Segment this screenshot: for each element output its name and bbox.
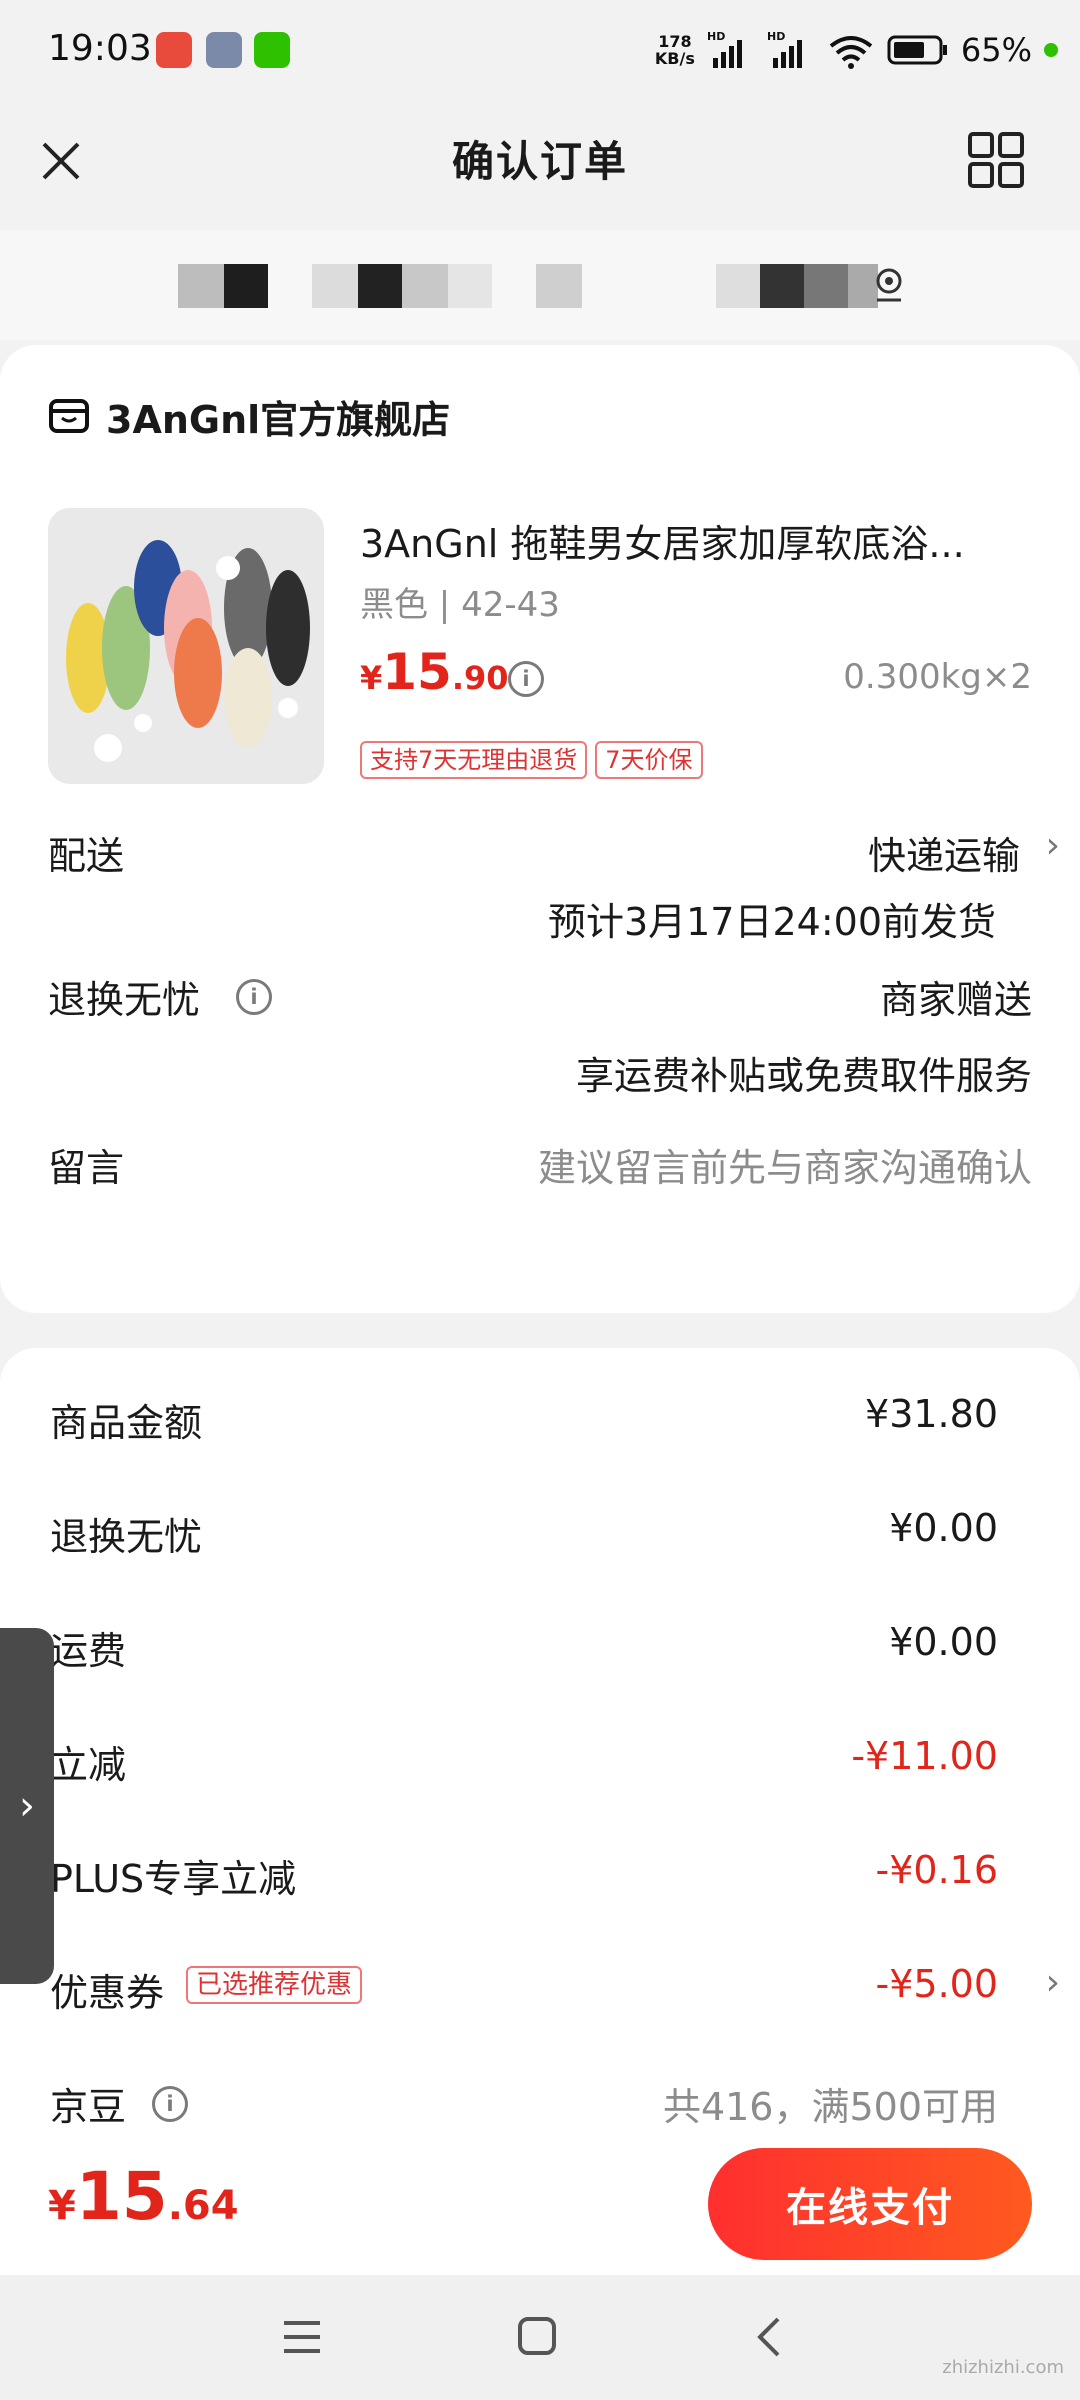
coupon-tag: 已选推荐优惠 bbox=[186, 1966, 363, 2004]
signal-icon-2: HD bbox=[767, 30, 802, 68]
status-right: 178 KB/s HD HD 65% bbox=[655, 26, 1058, 74]
summary-value-goods: ¥31.80 bbox=[865, 1392, 998, 1436]
summary-label-shipping: 运费 bbox=[50, 1629, 127, 1673]
pay-online-button[interactable]: 在线支付 bbox=[708, 2148, 1032, 2260]
mosaic-block bbox=[178, 264, 224, 308]
summary-label-discount: 立减 bbox=[50, 1743, 127, 1787]
mosaic-block bbox=[358, 264, 402, 308]
dot-icon bbox=[1044, 43, 1058, 57]
worry-free-desc: 享运费补贴或免费取件服务 bbox=[575, 1054, 1032, 1098]
summary-value-worryfree: ¥0.00 bbox=[889, 1506, 998, 1550]
product-variant[interactable]: 黑色 | 42-43 bbox=[360, 577, 560, 626]
tool-app-icon bbox=[206, 32, 242, 68]
mosaic-block bbox=[804, 264, 848, 308]
summary-label-worryfree: 退换无忧 bbox=[50, 1515, 203, 1559]
store-name[interactable]: 3AnGnl官方旗舰店 bbox=[106, 389, 450, 444]
chevron-right-icon: › bbox=[1045, 1962, 1060, 2003]
menu-icon[interactable] bbox=[280, 2317, 324, 2357]
message-label: 留言 bbox=[48, 1146, 125, 1190]
address-bar[interactable] bbox=[0, 230, 1080, 340]
mosaic-block bbox=[716, 264, 760, 308]
delivery-method[interactable]: 快递运输 bbox=[868, 825, 1020, 880]
delivery-label: 配送 bbox=[48, 834, 125, 878]
tag-7day-return: 支持7天无理由退货 bbox=[360, 741, 588, 779]
info-icon[interactable]: i bbox=[508, 661, 544, 697]
svg-text:HD: HD bbox=[767, 30, 785, 43]
total-price: ¥15.64 bbox=[48, 2158, 239, 2235]
delivery-eta: 预计3月17日24:00前发货 bbox=[547, 900, 996, 944]
message-input[interactable]: 建议留言前先与商家沟通确认 bbox=[538, 1137, 1032, 1192]
product-tags: 支持7天无理由退货 7天价保 bbox=[360, 741, 703, 779]
product-image[interactable] bbox=[48, 508, 324, 784]
mosaic-block bbox=[760, 264, 804, 308]
chevron-right-icon: › bbox=[1045, 825, 1060, 866]
signal-icon: HD bbox=[707, 30, 742, 68]
mosaic-block bbox=[402, 264, 448, 308]
wechat-app-icon bbox=[254, 32, 290, 68]
summary-value-shipping: ¥0.00 bbox=[889, 1620, 998, 1664]
summary-value-plus: -¥0.16 bbox=[875, 1848, 999, 1892]
side-drawer-handle[interactable]: › bbox=[0, 1628, 54, 1984]
price-summary-card: 商品金额 ¥31.80 退换无忧 ¥0.00 运费 ¥0.00 立减 -¥11.… bbox=[0, 1348, 1080, 2168]
page-title: 确认订单 bbox=[451, 137, 628, 186]
mosaic-block bbox=[536, 264, 582, 308]
store-icon bbox=[49, 399, 89, 433]
mosaic-block bbox=[312, 264, 358, 308]
summary-label-coupon: 优惠券 bbox=[50, 1971, 165, 2015]
slippers-image bbox=[48, 508, 324, 784]
info-icon[interactable]: i bbox=[236, 979, 272, 1015]
summary-label-jingdou: 京豆 bbox=[50, 2085, 127, 2129]
product-weight-qty: 0.300kg×2 bbox=[843, 657, 1032, 697]
worry-free-value: 商家赠送 bbox=[879, 978, 1032, 1022]
location-pin-icon bbox=[876, 268, 902, 302]
worry-free-label: 退换无忧 bbox=[48, 978, 201, 1022]
summary-label-plus: PLUS专享立减 bbox=[50, 1857, 297, 1901]
product-title[interactable]: 3AnGnl 拖鞋男女居家加厚软底浴... bbox=[360, 513, 1040, 568]
status-time: 19:03 bbox=[48, 28, 152, 69]
home-icon[interactable] bbox=[516, 2315, 560, 2359]
mosaic-block bbox=[448, 264, 492, 308]
watermark: zhizhizhi.com bbox=[942, 2357, 1064, 2378]
jd-app-icon bbox=[156, 32, 192, 68]
mosaic-block bbox=[224, 264, 268, 308]
battery-icon bbox=[887, 35, 947, 65]
info-icon[interactable]: i bbox=[152, 2086, 188, 2122]
net-speed: 178 KB/s bbox=[654, 32, 695, 68]
summary-value-coupon[interactable]: -¥5.00 bbox=[876, 1962, 999, 2006]
back-icon[interactable] bbox=[752, 2315, 788, 2359]
summary-value-discount: -¥11.00 bbox=[851, 1734, 998, 1778]
system-nav-bar: zhizhizhi.com bbox=[0, 2275, 1080, 2400]
tag-price-protect: 7天价保 bbox=[595, 741, 703, 779]
order-card: 3AnGnl官方旗舰店 3AnGnl 拖鞋男女居家加厚软底浴... 黑色 | 4… bbox=[0, 345, 1080, 1313]
product-price: ¥15.90 bbox=[360, 643, 509, 701]
summary-value-jingdou: 共416，满500可用 bbox=[662, 2085, 998, 2129]
wifi-icon bbox=[829, 36, 873, 69]
battery-percent: 65% bbox=[960, 31, 1032, 69]
svg-text:HD: HD bbox=[707, 30, 725, 43]
status-bar: 19:03 178 KB/s HD HD 65% bbox=[0, 0, 1080, 100]
summary-label-goods: 商品金额 bbox=[50, 1401, 203, 1445]
